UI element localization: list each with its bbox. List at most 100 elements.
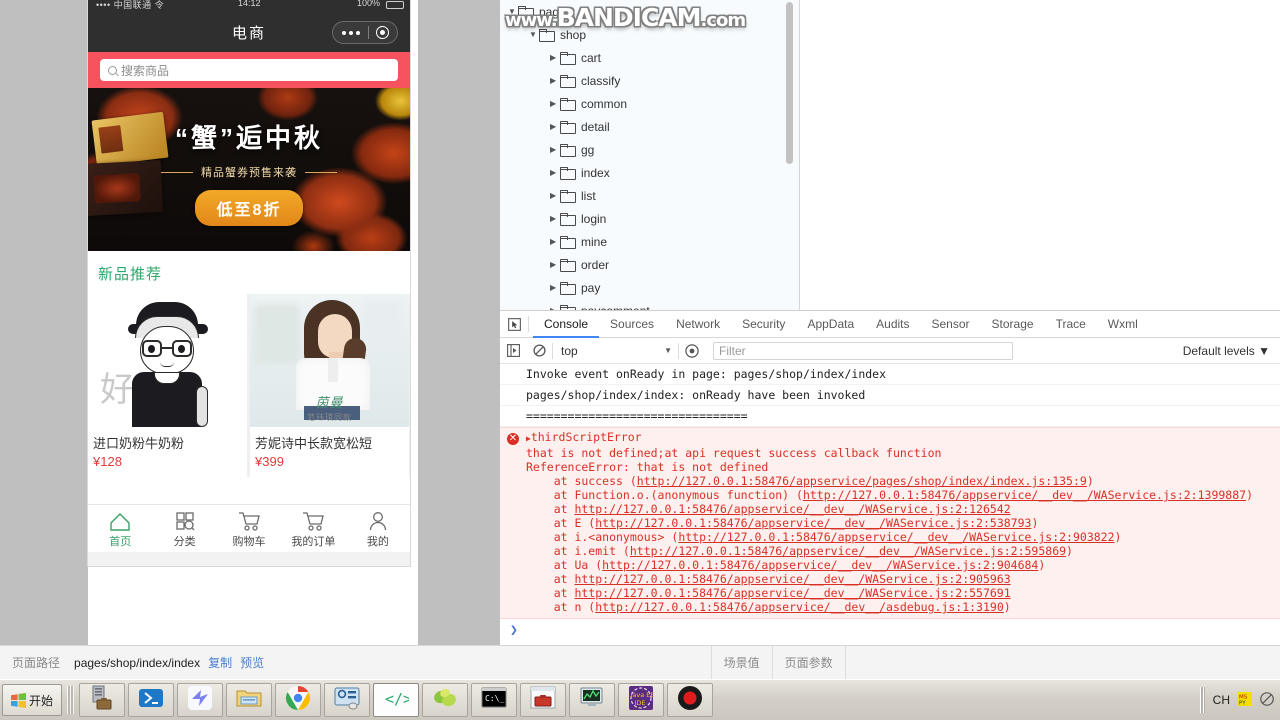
tab-cart[interactable]: 购物车 [217,505,281,552]
stack-source-link[interactable]: http://127.0.0.1:58476/appservice/__dev_… [602,558,1038,572]
file-tree-item[interactable]: ▶ order [500,253,799,276]
taskbar-item-toolbox-window[interactable] [520,683,566,717]
search-input[interactable]: 搜索商品 [100,59,398,81]
battery-icon [386,1,404,9]
chevron-right-icon[interactable]: ▶ [550,99,560,108]
log-levels-selector[interactable]: Default levels ▼ [1183,344,1270,358]
devtools-tab-appdata[interactable]: AppData [796,311,865,338]
file-tree-item[interactable]: ▶ classify [500,69,799,92]
file-tree-item[interactable]: ▶ index [500,161,799,184]
show-console-sidebar-icon[interactable] [500,344,526,357]
taskbar-item-cmd-console[interactable]: C:\_ [471,683,517,717]
file-tree-item[interactable]: ▶ mine [500,230,799,253]
tray-grip[interactable] [1199,687,1205,713]
product-name: 进口奶粉牛奶粉 [93,436,185,451]
promo-banner[interactable]: “蟹”逅中秋 精品蟹券预售来袭 低至8折 [88,88,410,251]
filter-input[interactable]: Filter [713,341,1013,360]
file-tree-item[interactable]: ▶paycomment [500,299,799,310]
folder-icon [560,98,576,111]
chevron-right-icon[interactable]: ▶ [550,260,560,269]
clear-console-icon[interactable] [526,344,552,357]
stack-source-link[interactable]: http://127.0.0.1:58476/appservice/__dev_… [630,544,1066,558]
console-prompt[interactable]: ❯ [500,619,1280,638]
stack-source-link[interactable]: http://127.0.0.1:58476/appservice/__dev_… [595,600,1004,614]
devtools-tab-sources[interactable]: Sources [599,311,665,338]
devtools-tab-security[interactable]: Security [731,311,796,338]
tab-home[interactable]: 首页 [88,505,152,552]
product-card[interactable]: 好 进口奶粉牛奶粉 ¥128 [88,294,247,477]
console-error-entry[interactable]: ✕ ▶thirdScriptError that is not defined;… [500,427,1280,619]
preview-link[interactable]: 预览 [240,654,264,671]
taskbar-item-code-editor[interactable]: </> [373,683,419,717]
start-button[interactable]: 开始 [2,684,62,716]
close-target-icon[interactable] [376,26,389,39]
chevron-right-icon[interactable]: ▶ [550,76,560,85]
taskbar-grip[interactable] [67,686,74,714]
copy-link[interactable]: 复制 [208,654,232,671]
file-tree-item[interactable]: ▶ pay [500,276,799,299]
inspect-element-icon[interactable] [500,317,528,331]
page-params-button[interactable]: 页面参数 [773,645,846,680]
file-tree-item[interactable]: ▶ list [500,184,799,207]
live-expression-icon[interactable] [679,343,705,358]
stack-source-link[interactable]: http://127.0.0.1:58476/appservice/__dev_… [678,530,1114,544]
devtools-tab-console[interactable]: Console [533,311,599,338]
mute-icon[interactable] [1260,691,1274,709]
stack-source-link[interactable]: http://127.0.0.1:58476/appservice/__dev_… [574,502,1010,516]
error-stack-line: ReferenceError: that is not defined [526,460,769,474]
tab-mine[interactable]: 我的 [346,505,410,552]
devtools-tab-audits[interactable]: Audits [865,311,920,338]
devtools-tabbar: Console Sources Network Security AppData Audi… [500,311,1280,338]
stack-source-link[interactable]: http://127.0.0.1:58476/appservice/__dev_… [803,488,1246,502]
wechat-capsule-button[interactable] [332,21,398,44]
chevron-right-icon[interactable]: ▶ [550,283,560,292]
taskbar-item-chrome[interactable] [275,683,321,717]
taskbar-item-java-ee-ide[interactable]: Java EE IDE [618,683,664,717]
stack-source-link[interactable]: http://127.0.0.1:58476/appservice/pages/… [637,474,1087,488]
file-tree-item-label: detail [581,119,610,134]
chevron-right-icon[interactable]: ▶ [550,214,560,223]
phone-simulator[interactable]: •••• 中国联通 令 14:12 100% 电商 搜索商品 “蟹”逅中秋 精品… [88,0,410,566]
scene-value-button[interactable]: 场景值 [710,645,773,680]
file-tree-item[interactable]: ▶ detail [500,115,799,138]
stack-source-link[interactable]: http://127.0.0.1:58476/appservice/__dev_… [574,572,1010,586]
file-tree-item[interactable]: ▶ gg [500,138,799,161]
taskbar-item-file-explorer[interactable] [226,683,272,717]
taskbar-item-bandicam-record[interactable] [667,683,713,717]
taskbar-item-navicat[interactable] [422,683,468,717]
file-tree-item[interactable]: ▶ cart [500,46,799,69]
tab-my-orders[interactable]: 我的订单 [281,505,345,552]
product-card[interactable]: 茵曼 范玮琪同款 芳妮诗中长款宽松短 ¥399 [250,294,409,477]
file-tree-panel[interactable]: ▼ pages ▼ shop ▶ cart ▶ classify ▶ common ▶ detail ▶… [500,0,800,310]
stack-source-link[interactable]: http://127.0.0.1:58476/appservice/__dev_… [595,516,1031,530]
chevron-right-icon[interactable]: ▶ [550,168,560,177]
error-title-row[interactable]: ▶thirdScriptError [500,430,1280,446]
console-output[interactable]: Invoke event onReady in page: pages/shop… [500,364,1280,645]
taskbar-item-monitor-chart[interactable] [569,683,615,717]
file-tree-item[interactable]: ▶ login [500,207,799,230]
chevron-right-icon[interactable]: ▶ [550,237,560,246]
tab-category[interactable]: 分类 [152,505,216,552]
context-selector[interactable]: top ▼ [553,344,678,358]
tab-label: 我的 [366,535,389,548]
taskbar-item-server-toolbox[interactable] [79,683,125,717]
file-tree-item[interactable]: ▶ common [500,92,799,115]
chevron-right-icon[interactable]: ▶ [550,191,560,200]
chevron-right-icon[interactable]: ▶ [550,122,560,131]
taskbar-item-powershell[interactable] [128,683,174,717]
toolbox-window-icon [530,685,556,716]
devtools-tab-storage[interactable]: Storage [981,311,1045,338]
ms-ime-icon[interactable]: MS PY [1238,691,1252,709]
file-tree-scrollbar[interactable] [786,2,793,164]
taskbar-item-control-panel[interactable] [324,683,370,717]
ime-language-indicator[interactable]: CH [1213,693,1230,707]
taskbar-item-bird-editor[interactable] [177,683,223,717]
stack-source-link[interactable]: http://127.0.0.1:58476/appservice/__dev_… [574,586,1010,600]
devtools-tab-network[interactable]: Network [665,311,731,338]
devtools-tab-sensor[interactable]: Sensor [921,311,981,338]
more-icon[interactable] [342,30,360,35]
chevron-right-icon[interactable]: ▶ [550,53,560,62]
devtools-tab-trace[interactable]: Trace [1045,311,1097,338]
devtools-tab-wxml[interactable]: Wxml [1097,311,1149,338]
chevron-right-icon[interactable]: ▶ [550,145,560,154]
